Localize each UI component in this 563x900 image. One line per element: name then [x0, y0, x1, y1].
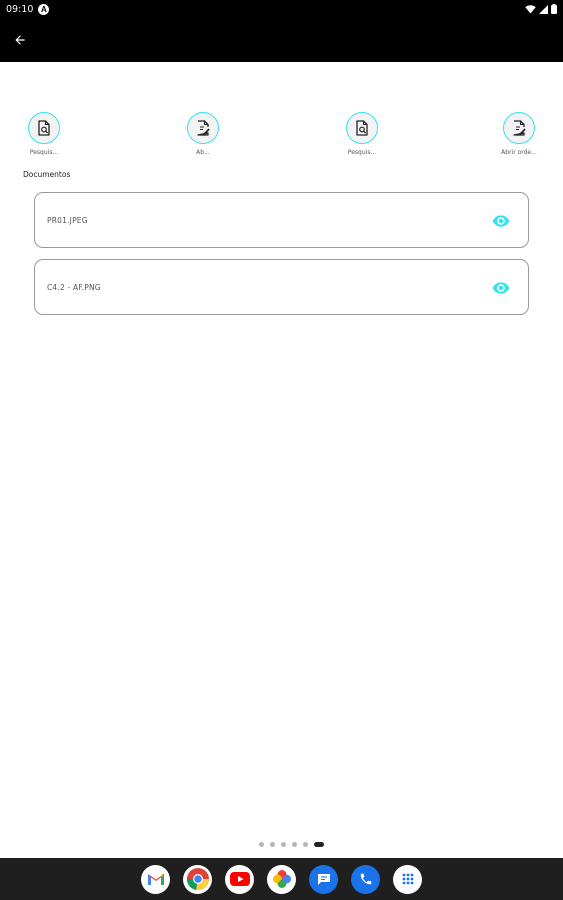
action-edit-1[interactable]: Ab...: [168, 112, 238, 156]
app-drawer[interactable]: [393, 864, 422, 894]
status-bar: 09:10 A: [0, 0, 563, 18]
notification-a-icon: A: [38, 3, 50, 15]
gmail-app[interactable]: [141, 864, 170, 894]
chrome-app[interactable]: [183, 864, 212, 894]
back-button[interactable]: [10, 30, 30, 50]
page-dot[interactable]: [303, 842, 308, 847]
eye-icon[interactable]: [492, 212, 510, 230]
youtube-app[interactable]: [225, 864, 254, 894]
document-search-icon: [356, 120, 368, 136]
status-icons: [525, 4, 557, 14]
document-edit-icon: [197, 120, 210, 136]
messages-app[interactable]: [309, 864, 338, 894]
app-drawer-icon: [402, 873, 413, 885]
eye-icon[interactable]: [492, 279, 510, 297]
action-icon-circle: [503, 112, 535, 144]
page-dot[interactable]: [259, 842, 264, 847]
status-time: 09:10: [6, 3, 34, 15]
document-search-icon: [38, 120, 50, 136]
page-dot[interactable]: [292, 842, 297, 847]
action-label: Abrir orde...: [501, 149, 537, 156]
phone-app[interactable]: [351, 864, 380, 894]
phone-icon: [360, 873, 371, 885]
youtube-icon: [229, 872, 250, 886]
photos-icon: [272, 870, 291, 888]
document-name: PR01.JPEG: [47, 215, 88, 225]
document-name: C4.2 - AF.PNG: [47, 282, 101, 292]
action-label: Pesquis...: [29, 149, 59, 156]
action-icon-circle: [187, 112, 219, 144]
page-indicator: [0, 842, 563, 847]
action-search-2[interactable]: Pesquis...: [327, 112, 397, 156]
page-dot[interactable]: [270, 842, 275, 847]
action-search-1[interactable]: Pesquis...: [9, 112, 79, 156]
action-icon-circle: [28, 112, 60, 144]
action-edit-2[interactable]: Abrir orde...: [484, 112, 554, 156]
document-edit-icon: [513, 120, 526, 136]
documents-title: Documentos: [23, 170, 71, 179]
messages-icon: [317, 874, 330, 885]
battery-icon: [551, 4, 557, 14]
signal-icon: [539, 4, 548, 14]
photos-app[interactable]: [267, 864, 296, 894]
page-dot-active[interactable]: [314, 842, 324, 847]
action-label: Pesquis...: [347, 149, 377, 156]
action-label: Ab...: [196, 149, 210, 156]
action-icon-circle: [346, 112, 378, 144]
gmail-icon: [147, 873, 164, 885]
dock: [0, 858, 563, 900]
document-item[interactable]: C4.2 - AF.PNG: [34, 259, 529, 315]
wifi-icon: [525, 4, 536, 14]
chrome-icon: [186, 868, 209, 891]
actions-row: Pesquis... Ab... Pesquis... Abrir orde..…: [0, 112, 563, 162]
page-dot[interactable]: [281, 842, 286, 847]
screen: 09:10 A Pesquis... Ab... Pesquis... Abri…: [0, 0, 563, 900]
app-bar: [0, 18, 563, 62]
document-item[interactable]: PR01.JPEG: [34, 192, 529, 248]
arrow-back-icon: [15, 35, 25, 45]
